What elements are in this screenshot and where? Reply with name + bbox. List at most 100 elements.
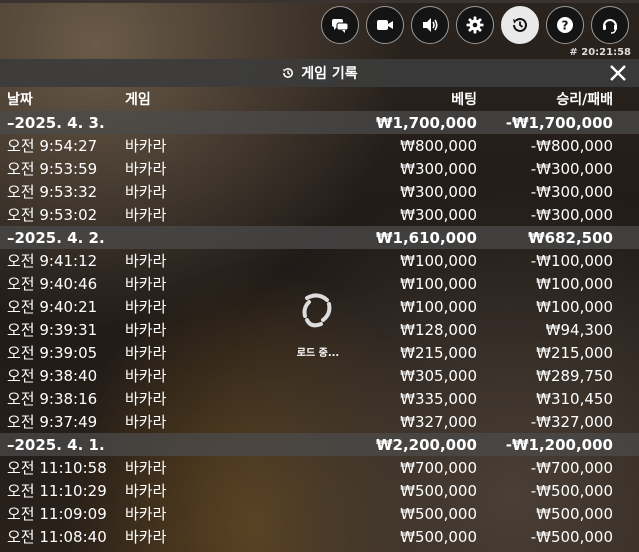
row-time: 오전 9:39:31 <box>7 321 98 339</box>
row-bet: ₩500,000 <box>400 527 477 546</box>
table-row[interactable]: 오전 9:38:16 바카라 ₩335,000 ₩310,450 <box>0 387 639 410</box>
date-group-row[interactable]: –2025. 4. 2. ₩1,610,000 ₩682,500 <box>0 226 639 249</box>
group-date: –2025. 4. 1. <box>7 435 105 454</box>
row-result: -₩800,000 <box>530 136 613 155</box>
video-button[interactable] <box>366 6 404 44</box>
row-time: 오전 11:09:09 <box>7 505 107 523</box>
toolbar-icons: ? <box>321 6 629 44</box>
row-game: 바카라 <box>125 298 167 316</box>
date-group-row[interactable]: –2025. 4. 1. ₩2,200,000 -₩1,200,000 <box>0 433 639 456</box>
panel-title-label: 게임 기록 <box>301 66 358 82</box>
row-bet: ₩100,000 <box>400 251 477 270</box>
group-date: –2025. 4. 2. <box>7 228 105 247</box>
chat-icon <box>332 19 349 33</box>
row-game: 바카라 <box>125 321 167 339</box>
row-bet: ₩700,000 <box>400 458 477 477</box>
row-time: 오전 9:40:46 <box>7 275 98 293</box>
row-time: 오전 9:41:12 <box>7 252 98 270</box>
group-bet-total: ₩1,700,000 <box>375 113 477 132</box>
row-bet: ₩500,000 <box>400 504 477 523</box>
history-button[interactable] <box>501 6 539 44</box>
group-date: –2025. 4. 3. <box>7 113 105 132</box>
row-bet: ₩215,000 <box>400 343 477 362</box>
table-row[interactable]: 오전 9:53:59 바카라 ₩300,000 -₩300,000 <box>0 157 639 180</box>
row-bet: ₩800,000 <box>400 136 477 155</box>
speaker-icon <box>423 18 438 32</box>
sound-button[interactable] <box>411 6 449 44</box>
table-row[interactable]: 오전 9:38:40 바카라 ₩305,000 ₩289,750 <box>0 364 639 387</box>
group-bet-total: ₩2,200,000 <box>375 435 477 454</box>
row-game: 바카라 <box>125 459 167 477</box>
settings-button[interactable] <box>456 6 494 44</box>
row-time: 오전 9:54:27 <box>7 137 98 155</box>
column-date: 날짜 <box>7 92 33 108</box>
row-time: 오전 9:53:59 <box>7 160 98 178</box>
row-result: -₩100,000 <box>530 251 613 270</box>
panel-title: 게임 기록 <box>281 63 358 83</box>
row-bet: ₩300,000 <box>400 182 477 201</box>
support-button[interactable] <box>591 6 629 44</box>
row-time: 오전 9:53:32 <box>7 183 98 201</box>
table-row[interactable]: 오전 9:53:32 바카라 ₩300,000 -₩300,000 <box>0 180 639 203</box>
row-result: -₩500,000 <box>530 481 613 500</box>
top-bar: ? # 20:21:58 <box>0 0 639 60</box>
row-result: ₩289,750 <box>536 366 613 385</box>
column-game: 게임 <box>125 92 151 108</box>
svg-text:?: ? <box>562 19 569 33</box>
group-result-total: -₩1,200,000 <box>505 435 613 454</box>
row-bet: ₩100,000 <box>400 274 477 293</box>
row-result: -₩300,000 <box>530 205 613 224</box>
row-result: -₩300,000 <box>530 159 613 178</box>
chat-button[interactable] <box>321 6 359 44</box>
row-bet: ₩305,000 <box>400 366 477 385</box>
row-game: 바카라 <box>125 252 167 270</box>
row-result: -₩500,000 <box>530 527 613 546</box>
table-row[interactable]: 오전 11:10:58 바카라 ₩700,000 -₩700,000 <box>0 456 639 479</box>
row-result: ₩100,000 <box>536 274 613 293</box>
row-result: ₩215,000 <box>536 343 613 362</box>
column-result: 승리/패배 <box>556 92 613 108</box>
row-time: 오전 9:38:40 <box>7 367 98 385</box>
row-result: -₩327,000 <box>530 412 613 431</box>
row-time: 오전 11:10:29 <box>7 482 107 500</box>
table-row[interactable]: 오전 9:37:49 바카라 ₩327,000 -₩327,000 <box>0 410 639 433</box>
group-bet-total: ₩1,610,000 <box>375 228 477 247</box>
table-row[interactable]: 오전 11:10:29 바카라 ₩500,000 -₩500,000 <box>0 479 639 502</box>
table-row[interactable]: 오전 9:54:27 바카라 ₩800,000 -₩800,000 <box>0 134 639 157</box>
column-bet: 베팅 <box>451 92 477 108</box>
headset-icon <box>603 19 617 34</box>
row-game: 바카라 <box>125 275 167 293</box>
row-game: 바카라 <box>125 367 167 385</box>
row-time: 오전 9:53:02 <box>7 206 98 224</box>
row-game: 바카라 <box>125 160 167 178</box>
row-game: 바카라 <box>125 390 167 408</box>
help-button[interactable]: ? <box>546 6 584 44</box>
close-icon[interactable] <box>607 62 629 84</box>
row-game: 바카라 <box>125 344 167 362</box>
row-game: 바카라 <box>125 183 167 201</box>
table-row[interactable]: 오전 9:53:02 바카라 ₩300,000 -₩300,000 <box>0 203 639 226</box>
row-bet: ₩500,000 <box>400 481 477 500</box>
row-game: 바카라 <box>125 413 167 431</box>
row-bet: ₩100,000 <box>400 297 477 316</box>
table-row[interactable]: 오전 11:08:40 바카라 ₩500,000 -₩500,000 <box>0 525 639 548</box>
date-group-row[interactable]: –2025. 4. 3. ₩1,700,000 -₩1,700,000 <box>0 111 639 134</box>
row-time: 오전 11:08:40 <box>7 528 107 546</box>
video-camera-icon <box>377 20 393 30</box>
row-result: -₩300,000 <box>530 182 613 201</box>
row-game: 바카라 <box>125 137 167 155</box>
group-result-total: -₩1,700,000 <box>505 113 613 132</box>
row-bet: ₩300,000 <box>400 159 477 178</box>
history-icon <box>513 17 527 32</box>
clock-time: # 20:21:58 <box>569 47 631 58</box>
row-bet: ₩335,000 <box>400 389 477 408</box>
game-history-header: 게임 기록 <box>0 59 639 87</box>
row-result: ₩100,000 <box>536 297 613 316</box>
top-divider <box>0 0 639 3</box>
group-result-total: ₩682,500 <box>528 228 613 247</box>
table-row[interactable]: 오전 9:41:12 바카라 ₩100,000 -₩100,000 <box>0 249 639 272</box>
row-result: ₩500,000 <box>536 504 613 523</box>
row-time: 오전 9:40:21 <box>7 298 98 316</box>
loading-spinner-icon <box>302 293 332 328</box>
table-row[interactable]: 오전 11:09:09 바카라 ₩500,000 ₩500,000 <box>0 502 639 525</box>
